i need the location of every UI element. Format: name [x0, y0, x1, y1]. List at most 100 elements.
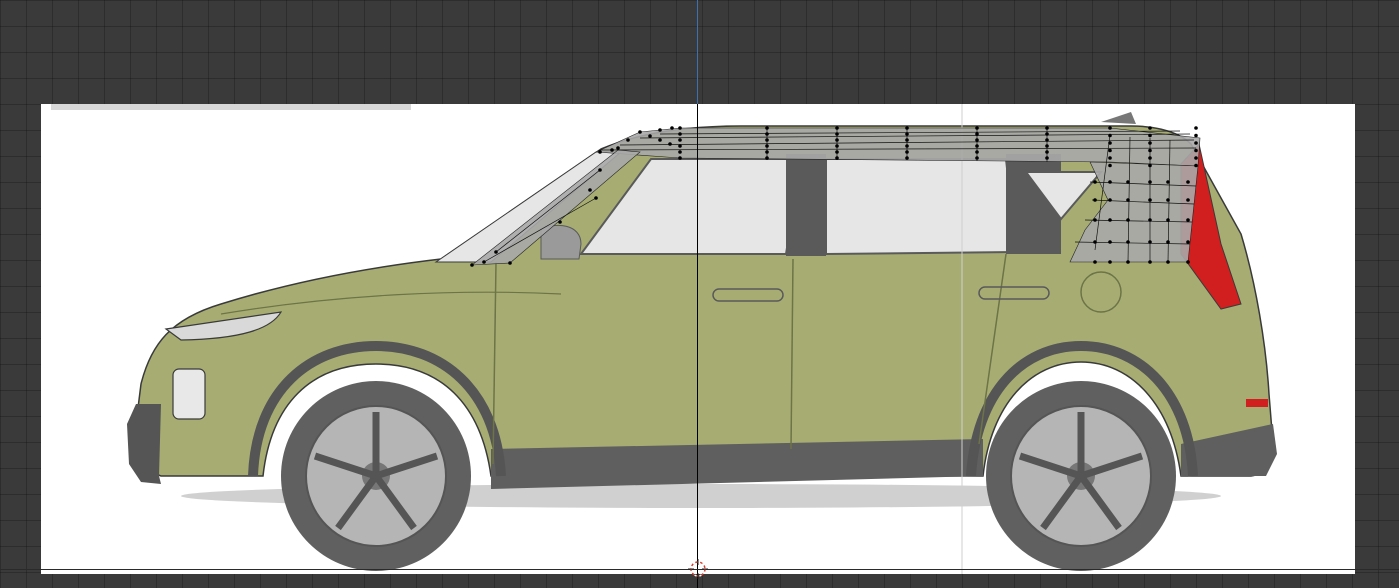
mesh-vertex[interactable] [1148, 240, 1152, 244]
mesh-vertex[interactable] [765, 138, 769, 142]
mesh-vertex[interactable] [1194, 148, 1198, 153]
3d-cursor-icon[interactable] [688, 559, 708, 579]
mesh-vertex[interactable] [1093, 240, 1097, 244]
mesh-vertex[interactable] [494, 250, 498, 254]
mesh-vertex[interactable] [1108, 133, 1112, 138]
mesh-vertex[interactable] [668, 142, 672, 146]
mesh-vertex[interactable] [1148, 218, 1152, 222]
mesh-vertex[interactable] [1126, 260, 1130, 264]
mesh-vertex[interactable] [1148, 180, 1152, 184]
mesh-vertex[interactable] [975, 126, 979, 130]
mesh-vertex[interactable] [835, 138, 839, 142]
mesh-vertex[interactable] [1045, 156, 1049, 160]
mesh-vertex[interactable] [1108, 260, 1112, 264]
mesh-vertex[interactable] [626, 138, 630, 142]
mesh-vertex[interactable] [508, 261, 512, 265]
mesh-vertex[interactable] [658, 128, 662, 132]
mesh-vertex[interactable] [1108, 180, 1112, 184]
mesh-vertex[interactable] [1186, 240, 1190, 244]
mesh-vertex[interactable] [765, 132, 769, 136]
mesh-vertex[interactable] [1186, 180, 1190, 184]
mesh-vertex[interactable] [678, 144, 682, 148]
mesh-vertex[interactable] [482, 260, 486, 264]
mesh-vertex[interactable] [1148, 156, 1152, 160]
mesh-vertex[interactable] [835, 126, 839, 130]
mesh-vertex[interactable] [1093, 218, 1097, 222]
mesh-vertex[interactable] [558, 220, 562, 224]
mesh-vertex[interactable] [1148, 148, 1152, 153]
mesh-vertex[interactable] [1108, 198, 1112, 202]
mesh-vertex[interactable] [1108, 218, 1112, 222]
mesh-vertex[interactable] [678, 150, 682, 154]
mesh-vertex[interactable] [1108, 163, 1112, 168]
mesh-vertex[interactable] [1194, 163, 1198, 168]
mesh-vertex[interactable] [835, 150, 839, 154]
mesh-vertex[interactable] [1045, 150, 1049, 154]
mesh-vertex[interactable] [765, 126, 769, 130]
mesh-vertex[interactable] [1194, 126, 1198, 130]
mesh-vertex[interactable] [975, 132, 979, 136]
mesh-vertex[interactable] [1148, 141, 1152, 145]
mesh-vertex[interactable] [1194, 156, 1198, 160]
mesh-vertex[interactable] [1108, 126, 1112, 130]
mesh-vertex[interactable] [616, 146, 620, 150]
mesh-vertex[interactable] [678, 138, 682, 142]
mesh-vertex[interactable] [594, 196, 598, 200]
mesh-vertex[interactable] [1108, 141, 1112, 145]
mesh-vertex[interactable] [1186, 218, 1190, 222]
mesh-vertex[interactable] [765, 156, 769, 160]
mesh-vertex[interactable] [1045, 138, 1049, 142]
mesh-vertex[interactable] [1186, 260, 1190, 264]
mesh-vertex[interactable] [835, 156, 839, 160]
mesh-vertex[interactable] [975, 156, 979, 160]
mesh-vertex[interactable] [1166, 198, 1170, 202]
mesh-vertex[interactable] [1186, 198, 1190, 202]
mesh-vertex[interactable] [1166, 260, 1170, 264]
mesh-vertex[interactable] [835, 132, 839, 136]
mesh-vertex[interactable] [1126, 218, 1130, 222]
mesh-vertex[interactable] [1093, 198, 1097, 202]
mesh-vertex[interactable] [835, 144, 839, 148]
mesh-vertex[interactable] [648, 134, 652, 138]
mesh-vertex[interactable] [638, 130, 642, 134]
mesh-vertex[interactable] [1093, 180, 1097, 184]
mesh-vertex[interactable] [598, 150, 602, 154]
mesh-vertex[interactable] [598, 168, 602, 172]
mesh-vertex[interactable] [678, 132, 682, 136]
mesh-vertex[interactable] [658, 138, 662, 142]
mesh-vertex[interactable] [1148, 198, 1152, 202]
mesh-vertex[interactable] [905, 126, 909, 130]
mesh-vertex[interactable] [1045, 126, 1049, 130]
mesh-vertex[interactable] [1194, 141, 1198, 145]
mesh-vertex[interactable] [1108, 148, 1112, 153]
mesh-vertex[interactable] [1126, 198, 1130, 202]
mesh-vertex[interactable] [1108, 156, 1112, 160]
mesh-vertex[interactable] [1166, 180, 1170, 184]
mesh-vertex[interactable] [1148, 133, 1152, 138]
mesh-vertex[interactable] [1126, 180, 1130, 184]
mesh-vertex[interactable] [765, 144, 769, 148]
mesh-vertex[interactable] [1126, 240, 1130, 244]
mesh-vertex[interactable] [1045, 132, 1049, 136]
mesh-vertex[interactable] [905, 132, 909, 136]
mesh-vertex[interactable] [1148, 260, 1152, 264]
mesh-vertex[interactable] [905, 150, 909, 154]
mesh-vertex[interactable] [905, 138, 909, 142]
mesh-vertex[interactable] [905, 144, 909, 148]
3d-viewport[interactable] [0, 0, 1399, 588]
mesh-vertex[interactable] [1093, 260, 1097, 264]
mesh-vertex[interactable] [588, 188, 592, 192]
mesh-vertex[interactable] [678, 126, 682, 130]
mesh-overlay[interactable] [0, 0, 1399, 588]
mesh-vertex[interactable] [470, 263, 474, 267]
mesh-vertex[interactable] [678, 156, 682, 160]
mesh-vertex[interactable] [1148, 126, 1152, 130]
mesh-vertex[interactable] [1045, 144, 1049, 148]
mesh-vertex[interactable] [1108, 240, 1112, 244]
mesh-vertex[interactable] [765, 150, 769, 154]
mesh-vertex[interactable] [975, 144, 979, 148]
mesh-vertex[interactable] [975, 150, 979, 154]
mesh-vertex[interactable] [670, 126, 674, 130]
mesh-vertex[interactable] [975, 138, 979, 142]
mesh-vertex[interactable] [905, 156, 909, 160]
